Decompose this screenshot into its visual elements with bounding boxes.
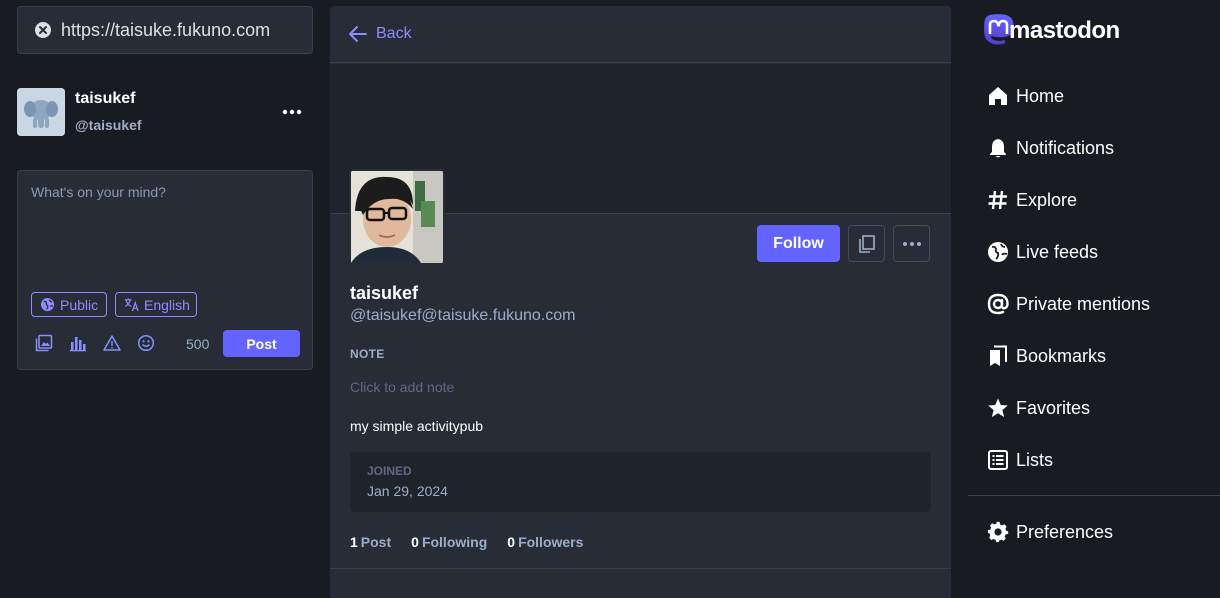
gear-icon [986,520,1010,544]
image-icon[interactable] [35,334,53,352]
nav-label-bookmarks: Bookmarks [1016,345,1107,366]
profile-photo-icon [351,171,443,263]
nav-label-live-feeds: Live feeds [1016,241,1099,262]
profile-menu-button[interactable] [893,225,930,262]
back-button[interactable]: Back [330,6,951,63]
nav-item-preferences[interactable]: Preferences [986,506,1113,558]
joined-date: Jan 29, 2024 [367,483,448,499]
nav-item-home[interactable]: Home [986,70,1150,122]
copy-link-button[interactable] [848,225,885,262]
left-column: https://taisuke.fukuno.com taisukef @tai… [0,0,330,598]
joined-info: JOINED Jan 29, 2024 [350,452,931,512]
hashtag-icon [986,188,1010,212]
divider [330,568,951,569]
profile-display-name: taisukef [350,283,419,303]
star-icon [986,396,1010,420]
ellipsis-icon [902,241,921,246]
language-label: English [144,296,190,313]
copy-icon [858,234,875,253]
account-display-name[interactable]: taisukef [75,90,135,108]
divider [968,495,1220,496]
nav-item-lists[interactable]: Lists [986,434,1150,486]
follow-button[interactable]: Follow [757,225,840,262]
close-circle-icon[interactable] [34,21,52,39]
translate-icon [124,297,139,312]
at-icon [986,292,1010,316]
account-handle[interactable]: @taisukef [75,117,142,133]
arrow-left-icon [349,26,367,42]
bell-icon [986,136,1010,160]
avatar[interactable] [17,88,65,136]
poll-icon[interactable] [69,334,87,352]
note-input[interactable]: Click to add note [350,379,454,395]
stat-following[interactable]: 0 Following [411,534,487,550]
profile-avatar[interactable] [349,169,445,265]
main-nav: Home Notifications Explore Live feeds Pr… [986,70,1150,486]
stat-posts-label: Post [360,534,392,550]
stat-posts-count: 1 [350,534,358,550]
stat-followers[interactable]: 0 Followers [507,534,583,550]
list-icon [986,448,1010,472]
stat-followers-label: Followers [518,534,584,550]
stat-followers-count: 0 [507,534,516,550]
nav-label-favorites: Favorites [1016,397,1091,418]
warning-icon[interactable] [103,334,121,352]
profile-handle[interactable]: @taisukef@taisuke.fukuno.com [350,307,575,325]
nav-label-private-mentions: Private mentions [1016,293,1151,314]
nav-item-live-feeds[interactable]: Live feeds [986,226,1150,278]
post-button[interactable]: Post [223,330,300,357]
nav-label-home: Home [1016,85,1065,106]
nav-item-explore[interactable]: Explore [986,174,1150,226]
current-account: taisukef @taisukef [17,88,313,138]
stat-posts[interactable]: 1 Post [350,534,391,550]
nav-item-favorites[interactable]: Favorites [986,382,1150,434]
nav-label-preferences: Preferences [1016,521,1114,542]
nav-item-bookmarks[interactable]: Bookmarks [986,330,1150,382]
nav-label-explore: Explore [1016,189,1078,210]
elephant-avatar-icon [17,88,65,136]
search-bar[interactable]: https://taisuke.fukuno.com [17,6,313,54]
search-input[interactable]: https://taisuke.fukuno.com [61,20,270,41]
compose-form: What's on your mind? Public English 500 … [17,170,313,370]
nav-label-lists: Lists [1016,449,1054,470]
globe-icon [40,297,55,312]
nav-item-notifications[interactable]: Notifications [986,122,1150,174]
joined-label: JOINED [367,464,412,478]
nav-label-notifications: Notifications [1016,137,1115,158]
back-label: Back [376,25,412,42]
mastodon-logo[interactable]: mastodon [983,14,1120,48]
nav-item-private-mentions[interactable]: Private mentions [986,278,1150,330]
bookmark-icon [986,344,1010,368]
profile-stats: 1 Post 0 Following 0 Followers [350,534,583,550]
compose-toolbar [35,334,155,352]
profile-column: Back Follow taisukef @taisukef@taisuke.f… [330,6,951,598]
visibility-button[interactable]: Public [31,292,107,317]
home-icon [986,84,1010,108]
compose-textarea[interactable]: What's on your mind? [31,184,166,200]
stat-following-label: Following [421,534,488,550]
profile-bio: my simple activitypub [350,418,484,434]
note-label: NOTE [350,347,385,361]
mastodon-wordmark: mastodon [1009,17,1120,44]
visibility-label: Public [60,296,99,313]
navigation-panel: mastodon Home Notifications Explore Live… [968,0,1220,598]
emoji-icon[interactable] [137,334,155,352]
language-button[interactable]: English [115,292,197,317]
ellipsis-icon[interactable] [281,102,303,122]
stat-following-count: 0 [411,534,419,550]
character-counter: 500 [186,336,210,352]
globe-icon [986,240,1010,264]
